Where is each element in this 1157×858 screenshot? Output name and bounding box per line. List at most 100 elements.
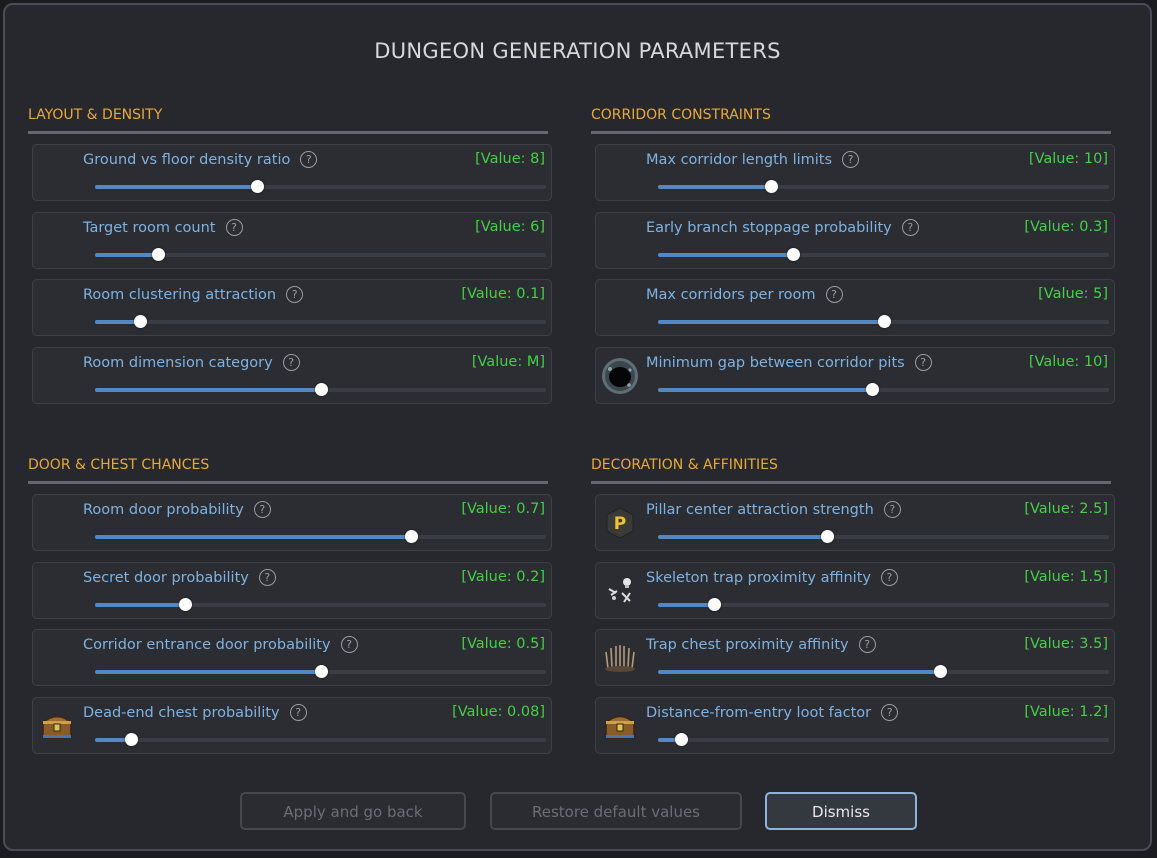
parameter-value: [Value: 0.1] [461, 286, 545, 302]
parameter-value: [Value: M] [471, 353, 545, 370]
parameter-label: Secret door probability? [83, 568, 276, 586]
parameter-label: Pillar center attraction strength? [646, 501, 901, 518]
slider-fill [658, 535, 828, 539]
parameter-value: [Value: 2.5] [1024, 501, 1108, 517]
help-icon[interactable]: ? [225, 218, 243, 236]
apply-and-go-back-button[interactable]: Apply and go back [240, 792, 466, 830]
slider-fill [658, 387, 873, 392]
parameter-label: Dead-end chest probability? [83, 703, 307, 721]
slider-track[interactable] [95, 732, 546, 746]
section-divider [591, 131, 1111, 134]
chest-icon [600, 706, 640, 746]
restore-defaults-button[interactable]: Restore default values [490, 792, 742, 830]
slider-track[interactable] [95, 180, 546, 193]
pit-icon [600, 356, 640, 396]
slider-thumb[interactable] [708, 597, 722, 611]
slider-thumb[interactable] [125, 732, 139, 746]
section-header: DECORATION & AFFINITIES [591, 457, 778, 473]
parameter-row: Trap chest proximity affinity? [Value: 3.… [595, 629, 1115, 686]
chest-icon [37, 706, 77, 746]
help-icon[interactable]: ? [880, 568, 898, 586]
slider-track[interactable] [95, 247, 546, 261]
parameter-row: Secret door probability? [Value: 0.2] [32, 561, 552, 619]
parameter-row: Room dimension category? [Value: M] [32, 346, 552, 404]
slider-thumb[interactable] [764, 180, 778, 193]
slider-track[interactable] [658, 382, 1109, 396]
slider-track[interactable] [95, 597, 546, 611]
slider-thumb[interactable] [674, 732, 688, 746]
help-icon[interactable]: ? [289, 703, 307, 721]
slider-thumb[interactable] [933, 665, 947, 678]
slider-track[interactable] [658, 530, 1109, 543]
slider-track[interactable] [95, 382, 546, 396]
parameter-label-text: Max corridors per room [646, 287, 816, 303]
help-icon[interactable]: ? [914, 353, 932, 371]
parameter-row: Minimum gap between corridor pits? [Value… [595, 346, 1115, 404]
slider-thumb[interactable] [179, 597, 193, 611]
slider-track[interactable] [658, 597, 1109, 611]
section-header: LAYOUT & DENSITY [28, 107, 163, 123]
slider-track[interactable] [95, 315, 546, 328]
help-icon[interactable]: ? [253, 501, 271, 518]
help-icon[interactable]: ? [883, 501, 901, 518]
help-icon[interactable]: ? [282, 353, 300, 371]
parameter-value: [Value: 0.2] [461, 568, 545, 585]
help-icon[interactable]: ? [858, 636, 876, 653]
parameter-label: Early branch stoppage probability? [646, 218, 919, 236]
parameter-row: Skeleton trap proximity affinity? [Value:… [595, 561, 1115, 619]
slider-thumb[interactable] [866, 382, 880, 396]
slider-thumb[interactable] [251, 180, 265, 193]
parameter-label-text: Pillar center attraction strength [646, 502, 874, 518]
parameter-label-text: Dead-end chest probability [83, 704, 280, 721]
section-header: DOOR & CHEST CHANCES [28, 457, 210, 473]
help-icon[interactable]: ? [286, 286, 304, 303]
slider-thumb[interactable] [314, 382, 328, 396]
parameter-value: [Value: 1.2] [1024, 703, 1108, 720]
slider-track[interactable] [658, 180, 1109, 193]
help-icon[interactable]: ? [825, 286, 843, 303]
parameter-label: Room dimension category? [83, 353, 300, 371]
slider-track[interactable] [658, 665, 1109, 678]
help-icon[interactable]: ? [881, 703, 899, 721]
parameter-row: Target room count? [Value: 6] [32, 211, 552, 269]
parameter-row: Early branch stoppage probability? [Value… [595, 211, 1115, 269]
parameter-label-text: Distance-from-entry loot factor [646, 704, 872, 721]
parameter-label: Max corridors per room? [646, 286, 843, 303]
parameter-value: [Value: 1.5] [1024, 568, 1108, 585]
parameter-row: Max corridor length limits? [Value: 10] [595, 144, 1115, 201]
slider-thumb[interactable] [821, 530, 835, 543]
parameter-label: Corridor entrance door probability? [83, 636, 358, 653]
slider-thumb[interactable] [134, 315, 148, 328]
slider-fill [95, 387, 321, 392]
parameter-row: Dead-end chest probability? [Value: 0.08] [32, 696, 552, 754]
slider-thumb[interactable] [314, 665, 328, 678]
slider-thumb[interactable] [152, 247, 166, 261]
help-icon[interactable]: ? [300, 151, 318, 168]
slider-fill [658, 252, 794, 257]
slider-fill [95, 252, 159, 257]
parameter-value: [Value: 0.3] [1024, 218, 1108, 235]
slider-track[interactable] [658, 732, 1109, 746]
dismiss-button[interactable]: Dismiss [765, 792, 917, 830]
section-corridor-constraints: CORRIDOR CONSTRAINTS Max corridor length… [591, 105, 1121, 414]
slider-fill [658, 670, 940, 674]
parameter-value: [Value: 0.08] [452, 703, 545, 720]
parameter-value: [Value: 10] [1028, 151, 1108, 167]
help-icon[interactable]: ? [901, 218, 919, 236]
help-icon[interactable]: ? [258, 568, 276, 586]
slider-thumb[interactable] [787, 247, 801, 261]
slider-thumb[interactable] [404, 530, 418, 543]
parameter-label-text: Room clustering attraction [83, 287, 277, 303]
parameter-value: [Value: 3.5] [1024, 636, 1108, 652]
help-icon[interactable]: ? [842, 151, 860, 168]
slider-fill [95, 670, 321, 674]
spike-trap-icon [600, 638, 640, 678]
slider-track[interactable] [658, 315, 1109, 328]
skeleton-icon [600, 571, 640, 611]
slider-thumb[interactable] [877, 315, 891, 328]
parameter-label: Minimum gap between corridor pits? [646, 353, 932, 371]
slider-track[interactable] [95, 665, 546, 678]
slider-track[interactable] [658, 247, 1109, 261]
slider-track[interactable] [95, 530, 546, 543]
help-icon[interactable]: ? [340, 636, 358, 653]
